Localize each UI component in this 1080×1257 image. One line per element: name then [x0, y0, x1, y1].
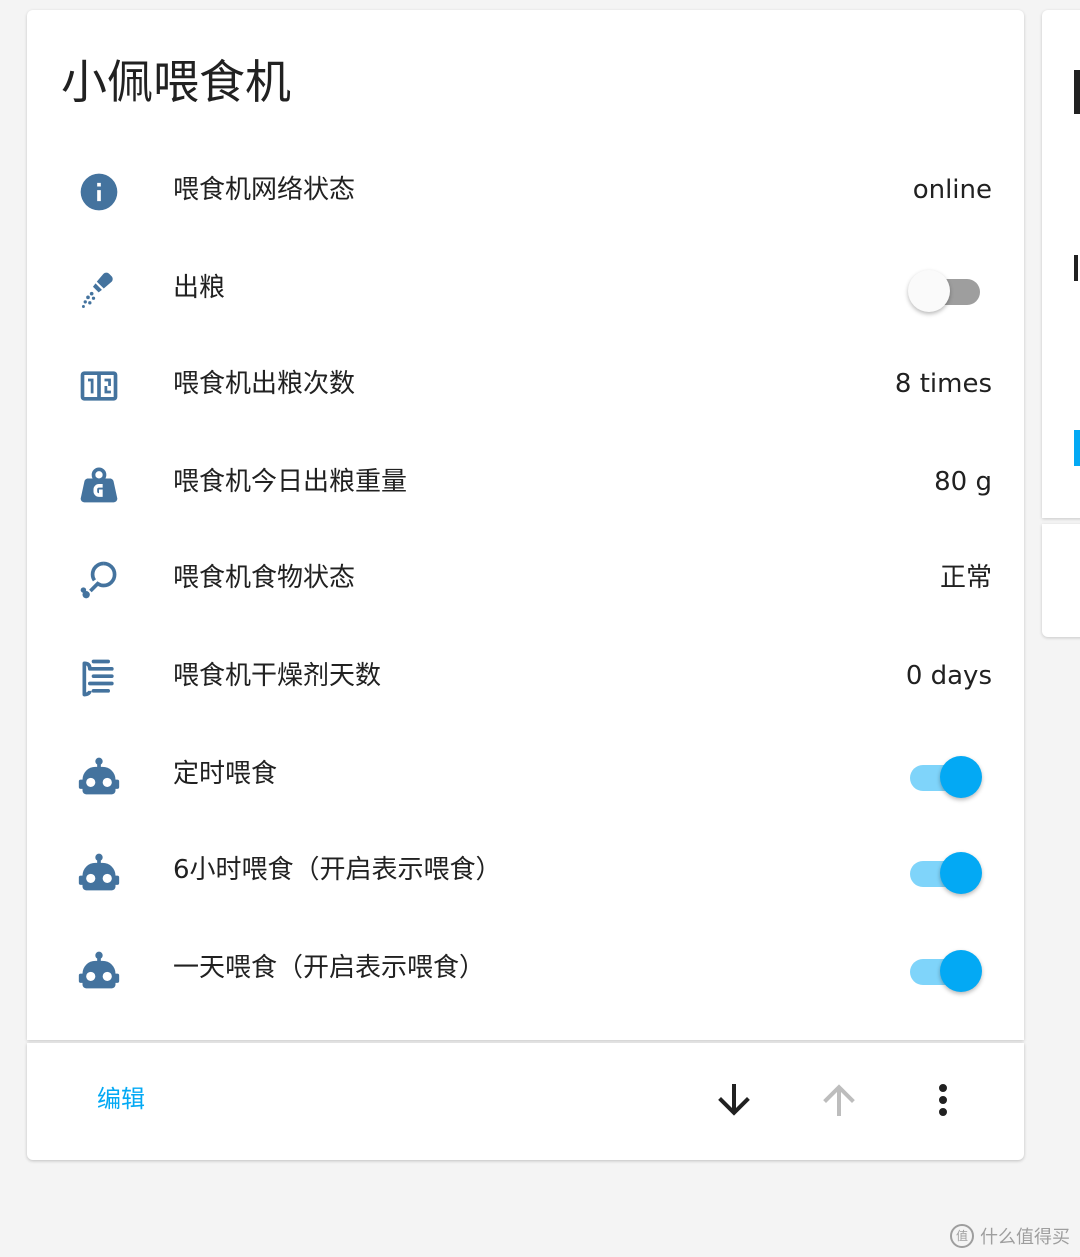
toggle-knob: [940, 950, 982, 992]
entity-label: 喂食机食物状态: [173, 563, 356, 593]
entity-row-weight-today[interactable]: 喂食机今日出粮重量 80 g: [27, 452, 1024, 512]
dots-vertical-icon[interactable]: [919, 1076, 967, 1124]
entity-label: 喂食机今日出粮重量: [173, 467, 408, 497]
robot-icon: [77, 948, 121, 992]
robot-icon: [77, 754, 121, 798]
entity-row-food-state[interactable]: 喂食机食物状态 正常: [27, 548, 1024, 608]
adjacent-card-link-fragment: [1074, 430, 1080, 466]
card-title: 小佩喂食机: [61, 55, 291, 109]
feeder-card: 小佩喂食机 喂食机网络状态 online 出粮 喂食机出粮次数 8 times …: [27, 10, 1024, 1040]
toggle-knob: [940, 756, 982, 798]
entity-label: 喂食机出粮次数: [173, 369, 356, 399]
entity-row-dispense-count[interactable]: 喂食机出粮次数 8 times: [27, 354, 1024, 414]
adjacent-card-row-fragment: [1074, 255, 1078, 281]
entity-row-scheduled-feeding: 定时喂食: [27, 744, 1024, 804]
weight-icon: [77, 462, 121, 506]
arrow-down-icon[interactable]: [710, 1076, 758, 1124]
watermark: 值 什么值得买: [950, 1223, 1070, 1249]
adjacent-card: [1042, 10, 1080, 518]
entity-label: 出粮: [173, 273, 226, 303]
counter-icon: [77, 364, 121, 408]
entity-state: 8 times: [894, 369, 992, 399]
dispense-toggle[interactable]: [908, 270, 982, 314]
entity-state: online: [912, 175, 992, 205]
entity-row-network-status[interactable]: 喂食机网络状态 online: [27, 160, 1024, 220]
entity-label: 定时喂食: [173, 759, 278, 789]
entity-row-daily-feeding: 一天喂食（开启表示喂食）: [27, 938, 1024, 998]
entity-state: 正常: [939, 563, 992, 593]
watermark-text: 什么值得买: [980, 1227, 1070, 1248]
entity-label: 一天喂食（开启表示喂食）: [173, 953, 486, 983]
edit-button[interactable]: 编辑: [97, 1081, 145, 1117]
desiccant-icon: [77, 656, 121, 700]
adjacent-card-footer: [1042, 524, 1080, 637]
toggle-knob: [908, 270, 950, 312]
6h-feeding-toggle[interactable]: [908, 852, 982, 896]
entity-label: 6小时喂食（开启表示喂食）: [173, 855, 502, 885]
card-edit-footer: 编辑: [27, 1043, 1024, 1160]
info-icon: [77, 170, 121, 214]
arrow-up-icon[interactable]: [815, 1076, 863, 1124]
entity-row-desiccant-days[interactable]: 喂食机干燥剂天数 0 days: [27, 646, 1024, 706]
entity-label: 喂食机干燥剂天数: [173, 661, 382, 691]
daily-feeding-toggle[interactable]: [908, 950, 982, 994]
entity-state: 80 g: [934, 467, 992, 497]
feeder-scoop-icon: [77, 268, 121, 312]
entity-label: 喂食机网络状态: [173, 175, 356, 205]
adjacent-card-title-fragment: [1074, 70, 1080, 114]
entity-state: 0 days: [905, 661, 992, 691]
scheduled-feeding-toggle[interactable]: [908, 756, 982, 800]
entity-row-6h-feeding: 6小时喂食（开启表示喂食）: [27, 840, 1024, 900]
robot-icon: [77, 850, 121, 894]
food-drumstick-icon: [77, 558, 121, 602]
watermark-logo: 值: [950, 1224, 974, 1248]
toggle-knob: [940, 852, 982, 894]
entity-row-dispense: 出粮: [27, 258, 1024, 318]
